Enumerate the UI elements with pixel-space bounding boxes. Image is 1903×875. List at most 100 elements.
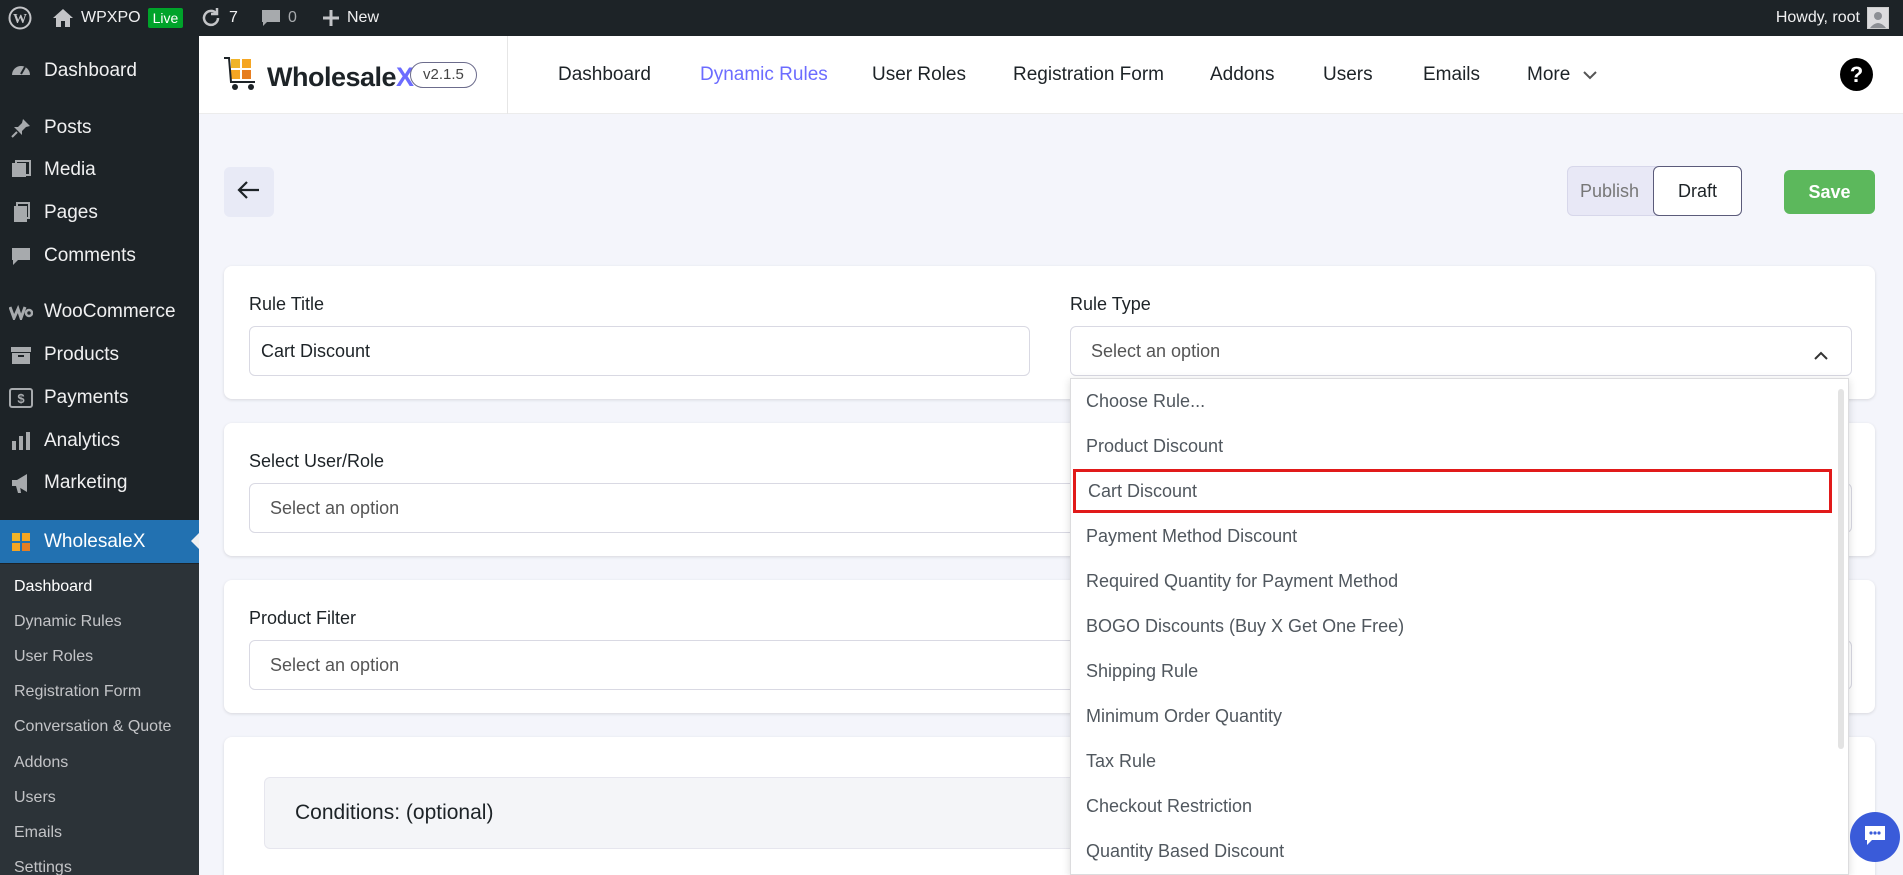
arrow-left-icon	[237, 180, 261, 205]
submenu-dashboard[interactable]: Dashboard	[14, 575, 92, 599]
rule-title-value: Cart Discount	[261, 340, 371, 361]
cart-logo-icon	[223, 56, 261, 99]
site-name: WPXPO	[81, 9, 141, 26]
nav-dynamic-rules[interactable]: Dynamic Rules	[700, 63, 828, 87]
submenu-addons[interactable]: Addons	[14, 751, 68, 775]
brand-name: WholesaleX	[267, 62, 414, 92]
sidebar-item-label: Dashboard	[44, 60, 137, 81]
site-menu[interactable]: WPXPO Live	[52, 0, 184, 36]
account-menu[interactable]: Howdy, root	[1776, 0, 1889, 36]
product-filter-placeholder: Select an option	[270, 654, 400, 675]
chat-widget-button[interactable]	[1850, 812, 1900, 862]
option-choose-rule[interactable]: Choose Rule...	[1071, 379, 1833, 423]
comment-icon	[9, 244, 33, 268]
dropdown-scrollbar[interactable]	[1838, 389, 1844, 749]
updates-link[interactable]: 7	[200, 0, 238, 36]
nav-registration-form[interactable]: Registration Form	[1013, 63, 1164, 87]
sidebar-item-woocommerce[interactable]: WooCommerce	[0, 292, 199, 332]
sidebar-item-label: Posts	[44, 117, 92, 138]
rule-title-input[interactable]: Cart Discount	[249, 326, 1030, 376]
submenu-user-roles[interactable]: User Roles	[14, 645, 93, 669]
admin-bar: W WPXPO Live 7 0 New Howdy, root	[0, 0, 1903, 36]
option-quantity-based-discount[interactable]: Quantity Based Discount	[1071, 829, 1833, 873]
user-role-placeholder: Select an option	[270, 497, 400, 518]
avatar	[1867, 7, 1889, 29]
submenu-dynamic-rules[interactable]: Dynamic Rules	[14, 610, 122, 634]
option-required-quantity-payment[interactable]: Required Quantity for Payment Method	[1071, 559, 1833, 603]
nav-more[interactable]: More	[1527, 63, 1598, 87]
sidebar-item-pages[interactable]: Pages	[0, 193, 199, 233]
sidebar-item-label: WooCommerce	[44, 301, 176, 322]
comments-link[interactable]: 0	[261, 0, 297, 36]
option-shipping-rule[interactable]: Shipping Rule	[1071, 649, 1833, 693]
pin-icon	[9, 116, 33, 140]
conditions-label: Conditions: (optional)	[295, 801, 494, 824]
wholesalex-submenu: Dashboard Dynamic Rules User Roles Regis…	[0, 564, 199, 875]
plugin-header: WholesaleX v2.1.5 Dashboard Dynamic Rule…	[199, 36, 1903, 114]
rule-type-label: Rule Type	[1070, 294, 1151, 314]
comments-count: 0	[288, 9, 297, 26]
rule-title-label: Rule Title	[249, 294, 325, 314]
megaphone-icon	[9, 471, 33, 495]
nav-more-label: More	[1527, 64, 1571, 85]
sidebar-item-analytics[interactable]: Analytics	[0, 421, 199, 461]
nav-addons[interactable]: Addons	[1210, 63, 1274, 87]
sidebar-item-comments[interactable]: Comments	[0, 236, 199, 276]
submenu-emails[interactable]: Emails	[14, 821, 62, 845]
option-cart-discount[interactable]: Cart Discount	[1073, 469, 1832, 513]
pages-icon	[9, 201, 33, 225]
option-payment-method-discount[interactable]: Payment Method Discount	[1071, 514, 1833, 558]
sidebar-item-label: Products	[44, 344, 119, 365]
wholesalex-icon	[9, 530, 33, 554]
rule-type-dropdown: Choose Rule... Product Discount Cart Dis…	[1070, 378, 1849, 875]
option-bogo-discounts[interactable]: BOGO Discounts (Buy X Get One Free)	[1071, 604, 1833, 648]
sidebar-item-label: WholesaleX	[44, 530, 146, 552]
option-product-discount[interactable]: Product Discount	[1071, 424, 1833, 468]
option-checkout-restriction[interactable]: Checkout Restriction	[1071, 784, 1833, 828]
rule-type-placeholder: Select an option	[1091, 340, 1221, 361]
greeting: Howdy, root	[1775, 9, 1860, 26]
option-minimum-order-quantity[interactable]: Minimum Order Quantity	[1071, 694, 1833, 738]
refresh-icon	[200, 7, 222, 29]
woo-icon	[9, 300, 33, 324]
archive-icon	[9, 343, 33, 367]
nav-user-roles[interactable]: User Roles	[872, 63, 966, 87]
sidebar-item-payments[interactable]: $ Payments	[0, 378, 199, 418]
sidebar-item-label: Media	[44, 159, 96, 180]
back-button[interactable]	[224, 167, 274, 217]
submenu-conversation-quote[interactable]: Conversation & Quote	[14, 715, 171, 739]
option-tax-rule[interactable]: Tax Rule	[1071, 739, 1833, 783]
sidebar-item-wholesalex[interactable]: WholesaleX	[0, 520, 199, 563]
chevron-up-icon	[1813, 345, 1829, 366]
sidebar-item-media[interactable]: Media	[0, 150, 199, 190]
submenu-settings[interactable]: Settings	[14, 856, 72, 875]
publish-option[interactable]: Publish	[1580, 181, 1639, 202]
gauge-icon	[9, 59, 33, 83]
sidebar-item-label: Analytics	[44, 430, 121, 451]
wordpress-logo-icon[interactable]: W	[8, 0, 32, 36]
draft-option[interactable]: Draft	[1653, 166, 1742, 216]
chat-bubble-icon	[1862, 823, 1888, 852]
svg-text:W: W	[13, 12, 27, 27]
rule-type-select[interactable]: Select an option	[1070, 326, 1852, 376]
status-toggle: Publish Draft	[1567, 166, 1742, 216]
save-button[interactable]: Save	[1784, 170, 1875, 214]
wholesalex-logo[interactable]: WholesaleX	[223, 56, 414, 99]
sidebar-item-posts[interactable]: Posts	[0, 108, 199, 148]
help-icon[interactable]: ?	[1840, 58, 1873, 91]
new-content-link[interactable]: New	[322, 0, 379, 36]
nav-emails[interactable]: Emails	[1423, 63, 1480, 87]
new-label: New	[347, 9, 380, 26]
nav-users[interactable]: Users	[1323, 63, 1373, 87]
sidebar-item-dashboard[interactable]: Dashboard	[0, 51, 199, 91]
updates-count: 7	[229, 9, 238, 26]
dollar-icon: $	[9, 386, 33, 410]
submenu-registration-form[interactable]: Registration Form	[14, 680, 141, 704]
bar-chart-icon	[9, 429, 33, 453]
sidebar-item-label: Pages	[44, 202, 98, 223]
sidebar-item-label: Marketing	[44, 472, 128, 493]
submenu-users[interactable]: Users	[14, 786, 56, 810]
nav-dashboard[interactable]: Dashboard	[558, 63, 651, 87]
sidebar-item-marketing[interactable]: Marketing	[0, 463, 199, 503]
sidebar-item-products[interactable]: Products	[0, 335, 199, 375]
